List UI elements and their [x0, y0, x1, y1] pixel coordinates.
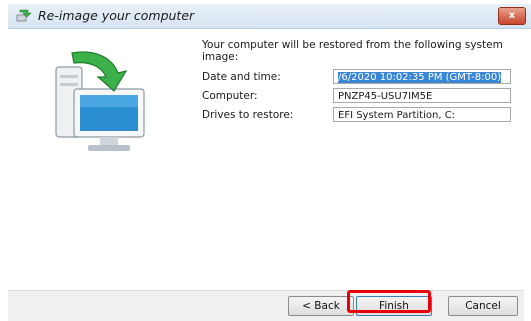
cancel-button[interactable]: Cancel — [448, 296, 518, 316]
drives-value: EFI System Partition, C: — [338, 110, 456, 121]
window-title: Re-image your computer — [38, 8, 195, 23]
computer-value: PNZP45-USU7IM5E — [338, 91, 433, 102]
restore-computer-icon — [55, 51, 145, 151]
computer-label: Computer: — [202, 90, 258, 102]
dialog-content: Your computer will be restored from the … — [8, 29, 524, 290]
date-time-value: /6/2020 10:02:35 PM (GMT-8:00) — [338, 72, 502, 83]
title-bar: Re-image your computer x — [8, 4, 531, 29]
finish-highlight-ring — [347, 290, 431, 313]
date-time-field[interactable]: /6/2020 10:02:35 PM (GMT-8:00) — [333, 69, 511, 84]
window-app-icon — [16, 9, 32, 22]
drives-field[interactable]: EFI System Partition, C: — [333, 107, 511, 122]
button-bar: < Back Finish Cancel — [8, 290, 524, 321]
computer-field[interactable]: PNZP45-USU7IM5E — [333, 88, 511, 103]
close-icon: x — [508, 10, 516, 21]
date-time-label: Date and time: — [202, 71, 281, 83]
close-button[interactable]: x — [498, 7, 526, 25]
drives-label: Drives to restore: — [202, 109, 294, 121]
back-button[interactable]: < Back — [288, 296, 354, 316]
intro-text: Your computer will be restored from the … — [202, 39, 503, 63]
